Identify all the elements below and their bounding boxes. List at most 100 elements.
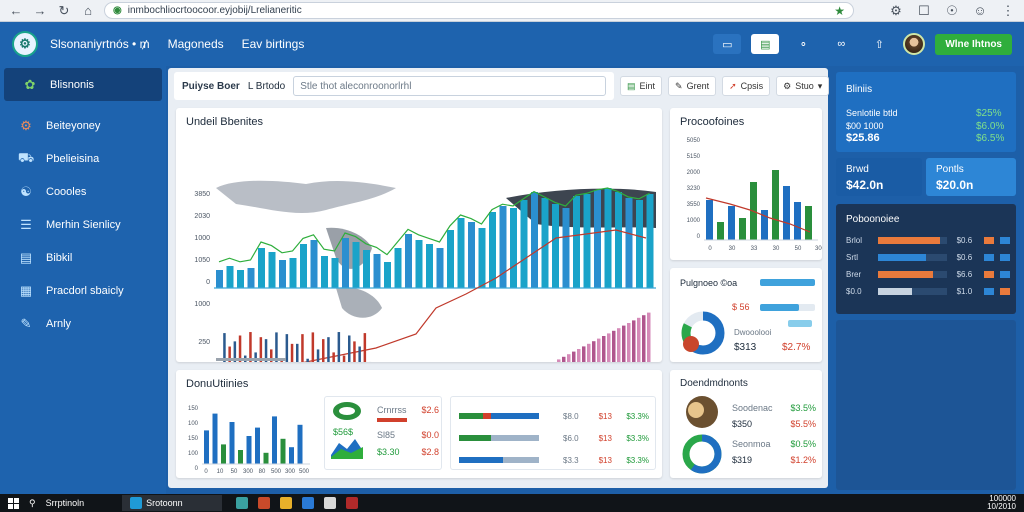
- row-col3: $3.3%: [626, 455, 649, 465]
- edit-label: Grent: [686, 81, 710, 91]
- taskbar-search[interactable]: Srrptinoln: [46, 498, 85, 508]
- row-track: [877, 288, 947, 295]
- donut-stack: [682, 396, 722, 474]
- search-input[interactable]: Stle thot aleconroonorlrhl: [293, 76, 606, 96]
- clock[interactable]: 100000 10/2010: [987, 495, 1016, 511]
- nav-item[interactable]: Eav birtings: [242, 37, 305, 51]
- search-icon[interactable]: ⚲: [29, 498, 36, 509]
- screen-icon[interactable]: ▭: [713, 34, 742, 54]
- export-button[interactable]: ▤ Eint: [620, 76, 663, 96]
- table-row[interactable]: $3.30 $2.8: [377, 443, 439, 460]
- table-row[interactable]: $6.0 $13 $3.3%: [459, 427, 649, 449]
- back-icon[interactable]: ←: [8, 3, 24, 19]
- folder-icon[interactable]: [280, 497, 293, 509]
- filter-label[interactable]: Puiyse Boer: [182, 81, 240, 92]
- row-col3: $3.3%: [626, 411, 649, 421]
- map-landmass: [336, 287, 382, 318]
- row-track: [877, 237, 947, 244]
- sidebar-item-1[interactable]: ⚙ Beiteyoney: [0, 109, 166, 142]
- sidebar-item-0[interactable]: ✿ Blisnonis: [4, 68, 162, 101]
- sidebar-item-6[interactable]: ▦ Pracdorl sbaicly: [0, 274, 166, 307]
- edit-button[interactable]: ✎ Grent: [668, 76, 717, 96]
- document-icon[interactable]: ▤: [751, 34, 780, 54]
- spike-bar: [342, 355, 346, 362]
- bookmark-icon[interactable]: ☐: [916, 3, 932, 19]
- row-col2: $13: [598, 433, 612, 443]
- chat-icon[interactable]: ⚬: [789, 34, 817, 54]
- star-icon[interactable]: ★: [834, 4, 845, 18]
- summary-card[interactable]: Bliniis Senlotile btld $25% $00 1000 $6.…: [836, 72, 1016, 152]
- item-value: $5.5%: [790, 419, 816, 429]
- performance-row[interactable]: $0.0 $1.0: [846, 283, 1011, 300]
- bar: [717, 222, 724, 240]
- spike-bar: [322, 339, 325, 362]
- list-item[interactable]: $350 $5.5%: [732, 416, 816, 432]
- media-icon[interactable]: [346, 497, 359, 509]
- link-icon[interactable]: ∞: [827, 34, 855, 54]
- cta-button[interactable]: Wlne Ihtnos: [935, 33, 1012, 55]
- bar: [739, 218, 746, 240]
- pen-icon: ✎: [20, 315, 32, 331]
- list-item[interactable]: $319 $1.2%: [732, 452, 816, 468]
- files-icon[interactable]: [258, 497, 271, 509]
- bar: [384, 262, 391, 288]
- table-row[interactable]: Crnrrss $2.6: [377, 401, 439, 418]
- list-item[interactable]: Seonmoa $0.5%: [732, 436, 816, 452]
- scope-label[interactable]: L Brtodo: [248, 81, 285, 92]
- table-row[interactable]: Sl85 $0.0: [377, 426, 439, 443]
- bottom-bar-chart[interactable]: 1501001501000 0 10 50 300 80 500 300 500: [176, 370, 316, 478]
- reload-icon[interactable]: ↻: [56, 3, 72, 19]
- browser-icon[interactable]: [302, 497, 315, 509]
- store-icon[interactable]: [324, 497, 337, 509]
- upload-icon[interactable]: ⇧: [865, 34, 893, 54]
- forward-icon[interactable]: →: [32, 3, 48, 19]
- settings-icon[interactable]: ⚙: [888, 3, 904, 19]
- x-tick-label: 500: [299, 469, 310, 475]
- logo-icon[interactable]: ⚙: [12, 31, 38, 57]
- stat-card-b[interactable]: Pontls $20.0n: [926, 158, 1016, 196]
- summary-title: Bliniis: [846, 84, 873, 95]
- edge-icon[interactable]: [236, 497, 249, 509]
- lock-icon[interactable]: ☉: [944, 3, 960, 19]
- bar: [510, 208, 517, 288]
- spike-bar: [275, 332, 278, 362]
- proc-chart[interactable]: 5050 5150 2000 3230 3550 1000 0 0 30 33 30 50 300: [670, 108, 822, 260]
- progress-bar-top: [760, 279, 815, 286]
- url-text: inmbochliocrtoocoor.eyjobij/Lrelianeriti…: [127, 5, 302, 16]
- stat-card-a[interactable]: Brwd $42.0n: [836, 158, 922, 196]
- performance-row[interactable]: Brlol $0.6: [846, 232, 1011, 249]
- account-icon[interactable]: ☺: [972, 3, 988, 19]
- bar: [604, 188, 612, 288]
- sidebar-item-label: Merhin Sienlicy: [46, 218, 121, 231]
- address-bar[interactable]: ◉ inmbochliocrtoocoor.eyjobij/Lrelianeri…: [104, 2, 854, 19]
- home-icon[interactable]: ⌂: [80, 3, 96, 19]
- stat-label: Brwd: [846, 164, 869, 175]
- donut-card: Doendmdnonts Soodenac $3.5% $350 $5.5% Seo…: [670, 370, 822, 478]
- table-row[interactable]: $3.3 $13 $3.3%: [459, 449, 649, 471]
- list-item[interactable]: Soodenac $3.5%: [732, 400, 816, 416]
- menu-icon[interactable]: ⋮: [1000, 3, 1016, 19]
- performance-row[interactable]: Brer $6.6: [846, 266, 1011, 283]
- app-title[interactable]: Slsonaniyrtnós • ₥: [50, 37, 150, 51]
- row-chip: [984, 237, 995, 244]
- sidebar-item-3[interactable]: ☯ Coooles: [0, 175, 166, 208]
- main-chart[interactable]: 3850203010001050010002500031030013034030…: [176, 108, 662, 362]
- options-dropdown[interactable]: ⚙ Stuo ▾: [776, 76, 830, 96]
- sidebar-item-2[interactable]: ⛟ Pbelieisina: [0, 142, 166, 175]
- taskbar-app[interactable]: Srotoonn: [122, 495, 223, 511]
- sidebar-item-5[interactable]: ▤ Bibkil: [0, 241, 166, 274]
- spike-bar: [223, 333, 226, 362]
- share-button[interactable]: ➚ Cpsis: [722, 76, 771, 96]
- performance-row[interactable]: Srtl $0.6: [846, 249, 1011, 266]
- avatar[interactable]: [903, 33, 926, 55]
- row-fill: [877, 271, 933, 278]
- bar: [297, 424, 303, 464]
- nav-item[interactable]: Magoneds: [168, 37, 224, 51]
- pink-bar: [562, 356, 566, 362]
- spike-bar: [249, 332, 252, 362]
- table-row[interactable]: $8.0 $13 $3.3%: [459, 405, 649, 427]
- windows-icon[interactable]: [8, 497, 19, 509]
- bar: [373, 254, 381, 288]
- sidebar-item-7[interactable]: ✎ Arnly: [0, 307, 166, 340]
- sidebar-item-4[interactable]: ☰ Merhin Sienlicy: [0, 208, 166, 241]
